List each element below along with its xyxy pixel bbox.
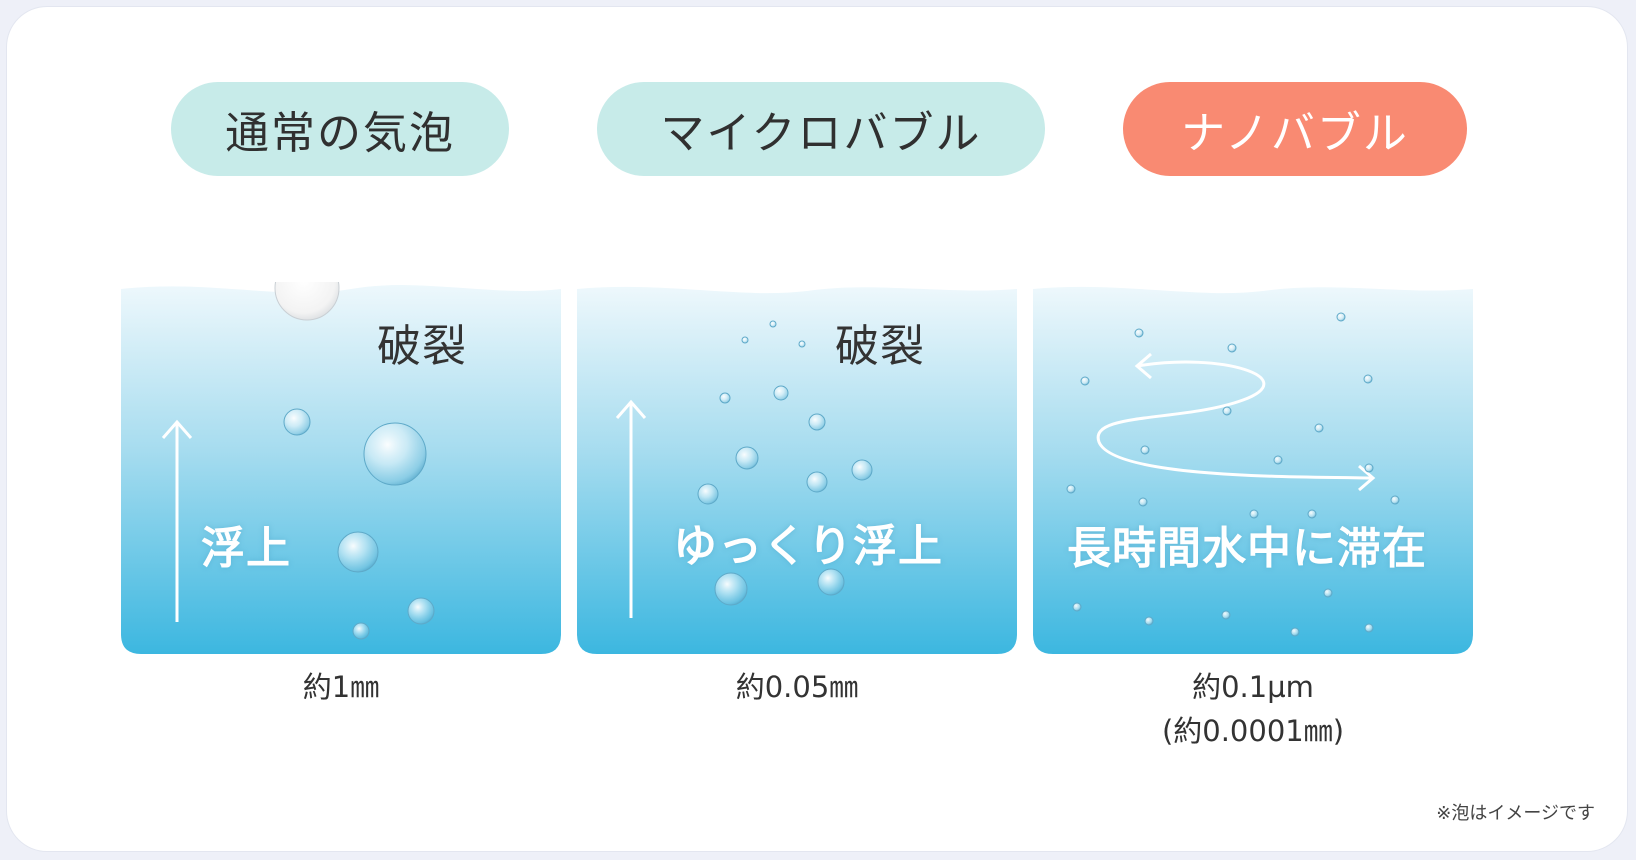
image-footnote: ※泡はイメージです: [1436, 803, 1595, 824]
title-pill-micro-bubble: マイクロバブル: [597, 82, 1045, 176]
size-caption-normal: 約1㎜: [302, 670, 380, 704]
water-illustration-normal: [121, 282, 561, 654]
motion-label-nano: 長時間水中に滞在: [1067, 523, 1427, 574]
title-normal-bubble: 通常の気泡: [225, 108, 455, 159]
size-caption-nano-mm: (約0.0001㎜): [1161, 714, 1345, 748]
burst-label-micro: 破裂: [835, 321, 925, 372]
title-pill-normal-bubble: 通常の気泡: [171, 82, 509, 176]
size-caption-micro: 約0.05㎜: [735, 670, 859, 704]
water-illustration-nano: [1033, 284, 1473, 654]
burst-label-normal: 破裂: [377, 321, 467, 372]
water-panel-micro: 破裂 ゆっくり浮上: [577, 282, 1017, 662]
motion-label-normal: 浮上: [201, 523, 291, 574]
water-panel-nano: 長時間水中に滞在: [1033, 282, 1473, 662]
motion-label-micro: ゆっくり浮上: [673, 521, 943, 572]
size-caption-nano: 約0.1µm: [1192, 670, 1314, 704]
title-nano-bubble: ナノバブル: [1181, 108, 1409, 159]
water-panel-normal: 破裂 浮上: [121, 282, 561, 662]
title-pill-nano-bubble: ナノバブル: [1123, 82, 1467, 176]
water-illustration-micro: [577, 284, 1017, 654]
comparison-card: 通常の気泡 マイクロバブル ナノバブル 破裂 浮上 破裂 ゆっくり浮上 長時間水…: [7, 7, 1627, 851]
title-micro-bubble: マイクロバブル: [660, 108, 982, 159]
